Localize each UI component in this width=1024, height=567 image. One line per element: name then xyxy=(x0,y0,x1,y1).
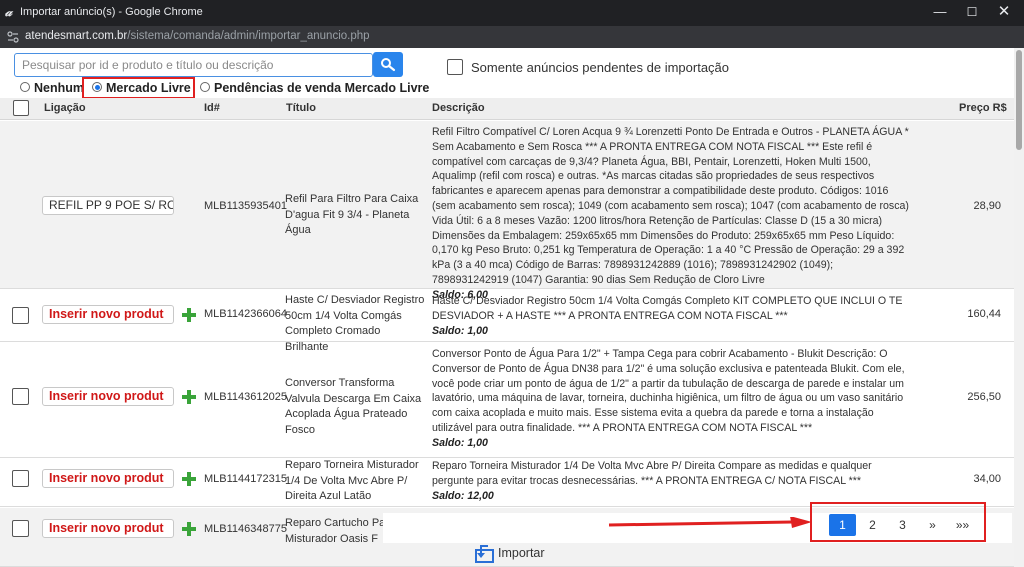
listing-price: 34,00 xyxy=(973,473,1001,485)
pointer-arrow-annotation xyxy=(608,517,812,528)
listing-id: MLB1144172315 xyxy=(204,473,287,485)
description-text: Haste C/ Desviador Registro 50cm 1/4 Vol… xyxy=(432,295,903,322)
insert-new-product-button[interactable]: Inserir novo produt xyxy=(42,387,174,406)
saldo-text: Saldo: 1,00 xyxy=(432,436,488,449)
table-row: Inserir novo produt MLB1144172315 Reparo… xyxy=(0,459,1014,507)
pending-only-checkbox[interactable] xyxy=(447,59,463,75)
table-row: REFIL PP 9 POE S/ ROS MLB1135935401 Refi… xyxy=(0,121,1014,301)
description-text: Reparo Torneira Misturador 1/4 De Volta … xyxy=(432,460,872,487)
browser-title-bar: 𝒶 Importar anúncio(s) - Google Chrome — … xyxy=(0,0,1024,26)
select-all-checkbox[interactable] xyxy=(13,100,29,116)
row-checkbox[interactable] xyxy=(12,388,29,405)
add-plus-icon[interactable] xyxy=(181,521,197,537)
url-text[interactable]: atendesmart.com.br/sistema/comanda/admin… xyxy=(25,30,370,42)
mercado-livre-highlight-box xyxy=(82,77,195,99)
search-button[interactable] xyxy=(373,52,403,77)
saldo-text: Saldo: 1,00 xyxy=(432,324,488,337)
search-box[interactable] xyxy=(14,53,373,77)
listing-price: 256,50 xyxy=(967,391,1001,403)
import-label: Importar xyxy=(498,546,545,560)
listing-description: Reparo Torneira Misturador 1/4 De Volta … xyxy=(432,459,912,503)
import-button[interactable]: Importar xyxy=(474,544,554,564)
add-plus-icon[interactable] xyxy=(181,307,197,323)
listing-description: Conversor Ponto de Água Para 1/2" + Tamp… xyxy=(432,347,912,451)
table-row: Inserir novo produt MLB1142366064 Haste … xyxy=(0,290,1014,353)
listing-price: 160,44 xyxy=(967,308,1001,320)
radio-pendencias-venda[interactable] xyxy=(200,82,210,92)
insert-new-product-button[interactable]: Inserir novo produt xyxy=(42,305,174,324)
add-plus-icon[interactable] xyxy=(181,389,197,405)
link-product-input[interactable]: REFIL PP 9 POE S/ ROS xyxy=(42,196,174,215)
listing-id: MLB1135935401 xyxy=(204,200,287,212)
listing-price: 28,90 xyxy=(973,200,1001,212)
radio-pendencias-venda-label: Pendências de venda Mercado Livre xyxy=(214,81,430,95)
radio-nenhum[interactable] xyxy=(20,82,30,92)
insert-new-product-button[interactable]: Inserir novo produt xyxy=(42,469,174,488)
table-header: Ligação Id# Título Descrição Preço R$ xyxy=(0,98,1014,120)
radio-nenhum-label: Nenhum xyxy=(34,81,84,95)
scrollbar-thumb[interactable] xyxy=(1016,50,1022,150)
listing-title: Reparo Torneira Misturador 1/4 De Volta … xyxy=(285,459,419,502)
search-icon xyxy=(381,58,396,72)
row-checkbox[interactable] xyxy=(12,307,29,324)
insert-new-product-button[interactable]: Inserir novo produt xyxy=(42,519,174,538)
description-text: Conversor Ponto de Água Para 1/2" + Tamp… xyxy=(432,348,905,434)
url-path: /sistema/comanda/admin/importar_anuncio.… xyxy=(127,30,370,42)
listing-id: MLB1143612025 xyxy=(204,391,287,403)
pending-only-label: Somente anúncios pendentes de importação xyxy=(471,60,730,75)
row-checkbox[interactable] xyxy=(12,470,29,487)
window-title: Importar anúncio(s) - Google Chrome xyxy=(20,6,203,18)
listing-description: Haste C/ Desviador Registro 50cm 1/4 Vol… xyxy=(432,294,912,338)
address-bar[interactable]: atendesmart.com.br/sistema/comanda/admin… xyxy=(0,26,1024,48)
site-settings-icon[interactable] xyxy=(6,30,20,44)
header-preco: Preço R$ xyxy=(959,102,1007,114)
table-row: Inserir novo produt MLB1143612025 Conver… xyxy=(0,343,1014,458)
import-icon xyxy=(475,545,494,563)
description-text: Refil Filtro Compatível C/ Loren Acqua 9… xyxy=(432,126,909,286)
header-id: Id# xyxy=(204,102,220,114)
add-plus-icon[interactable] xyxy=(181,471,197,487)
listing-id: MLB1142366064 xyxy=(204,308,287,320)
row-checkbox[interactable] xyxy=(12,520,29,537)
app-icon: 𝒶 xyxy=(5,4,13,19)
header-ligacao: Ligação xyxy=(44,102,86,114)
listing-id: MLB1146348775 xyxy=(204,523,287,535)
page-content: Somente anúncios pendentes de importação… xyxy=(0,48,1024,567)
search-input[interactable] xyxy=(15,54,372,76)
close-button[interactable]: ✕ xyxy=(984,0,1024,26)
url-host: atendesmart.com.br xyxy=(25,30,128,42)
listing-title: Refil Para Filtro Para Caixa D'agua Fit … xyxy=(285,193,419,236)
listing-title: Conversor Transforma Valvula Descarga Em… xyxy=(285,377,422,436)
listing-description: Refil Filtro Compatível C/ Loren Acqua 9… xyxy=(432,125,912,303)
header-descricao: Descrição xyxy=(432,102,485,114)
vertical-scrollbar[interactable] xyxy=(1014,48,1024,567)
pagination-highlight-box xyxy=(810,502,986,542)
header-titulo: Título xyxy=(286,102,316,114)
